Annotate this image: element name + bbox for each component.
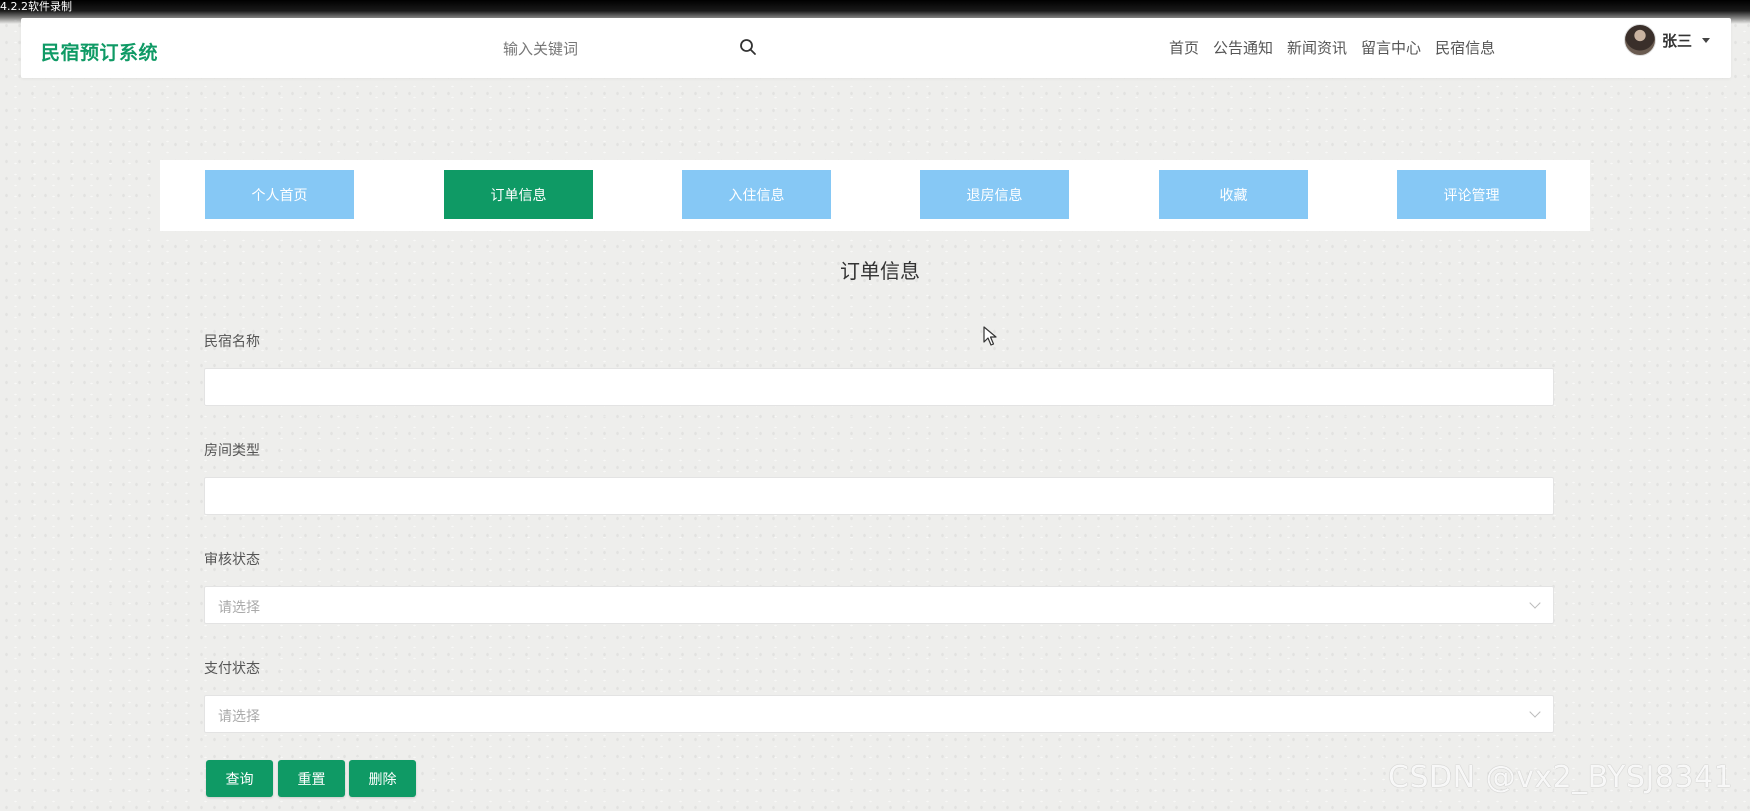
review-status-label: 审核状态 [204, 552, 260, 568]
delete-button[interactable]: 删除 [349, 760, 416, 797]
site-logo[interactable]: 民宿预订系统 [41, 38, 158, 65]
mouse-cursor-icon [983, 326, 997, 350]
chevron-down-icon[interactable] [1702, 37, 1711, 43]
chevron-down-icon [1529, 706, 1541, 718]
search-icon[interactable] [739, 38, 761, 60]
room-type-label: 房间类型 [204, 443, 260, 459]
main-nav: 首页 公告通知 新闻资讯 留言中心 民宿信息 [1169, 36, 1509, 60]
top-header: 民宿预订系统 首页 公告通知 新闻资讯 留言中心 民宿信息 张三 [21, 18, 1731, 78]
username[interactable]: 张三 [1662, 30, 1692, 51]
room-type-input[interactable] [204, 477, 1554, 515]
payment-status-label: 支付状态 [204, 661, 260, 677]
nav-homestay-info[interactable]: 民宿信息 [1435, 36, 1495, 60]
tab-checkout-info[interactable]: 退房信息 [920, 170, 1069, 219]
center-tab-panel: 个人首页 订单信息 入住信息 退房信息 收藏 评论管理 [160, 160, 1590, 231]
query-button[interactable]: 查询 [206, 760, 273, 797]
tab-favorites[interactable]: 收藏 [1159, 170, 1308, 219]
tab-checkin-info[interactable]: 入住信息 [682, 170, 831, 219]
avatar[interactable] [1624, 24, 1656, 56]
review-status-placeholder: 请选择 [218, 600, 260, 616]
watermark: CSDN @vx2_BYSJ8341 [1388, 760, 1734, 795]
tab-order-info[interactable]: 订单信息 [444, 170, 593, 219]
user-menu[interactable]: 张三 [1624, 24, 1711, 56]
recording-title: 4.2.2软件录制 [0, 0, 72, 13]
payment-status-select[interactable]: 请选择 [204, 695, 1554, 733]
reset-button[interactable]: 重置 [278, 760, 345, 797]
page-title: 订单信息 [840, 259, 920, 283]
nav-home[interactable]: 首页 [1169, 36, 1199, 60]
payment-status-placeholder: 请选择 [218, 709, 260, 725]
review-status-select[interactable]: 请选择 [204, 586, 1554, 624]
nav-news[interactable]: 新闻资讯 [1287, 36, 1347, 60]
chevron-down-icon [1529, 597, 1541, 609]
homestay-name-input[interactable] [204, 368, 1554, 406]
tab-personal-home[interactable]: 个人首页 [205, 170, 354, 219]
homestay-name-label: 民宿名称 [204, 334, 260, 350]
search-input[interactable] [501, 34, 755, 64]
nav-announcements[interactable]: 公告通知 [1213, 36, 1273, 60]
nav-message-center[interactable]: 留言中心 [1361, 36, 1421, 60]
tab-review-management[interactable]: 评论管理 [1397, 170, 1546, 219]
